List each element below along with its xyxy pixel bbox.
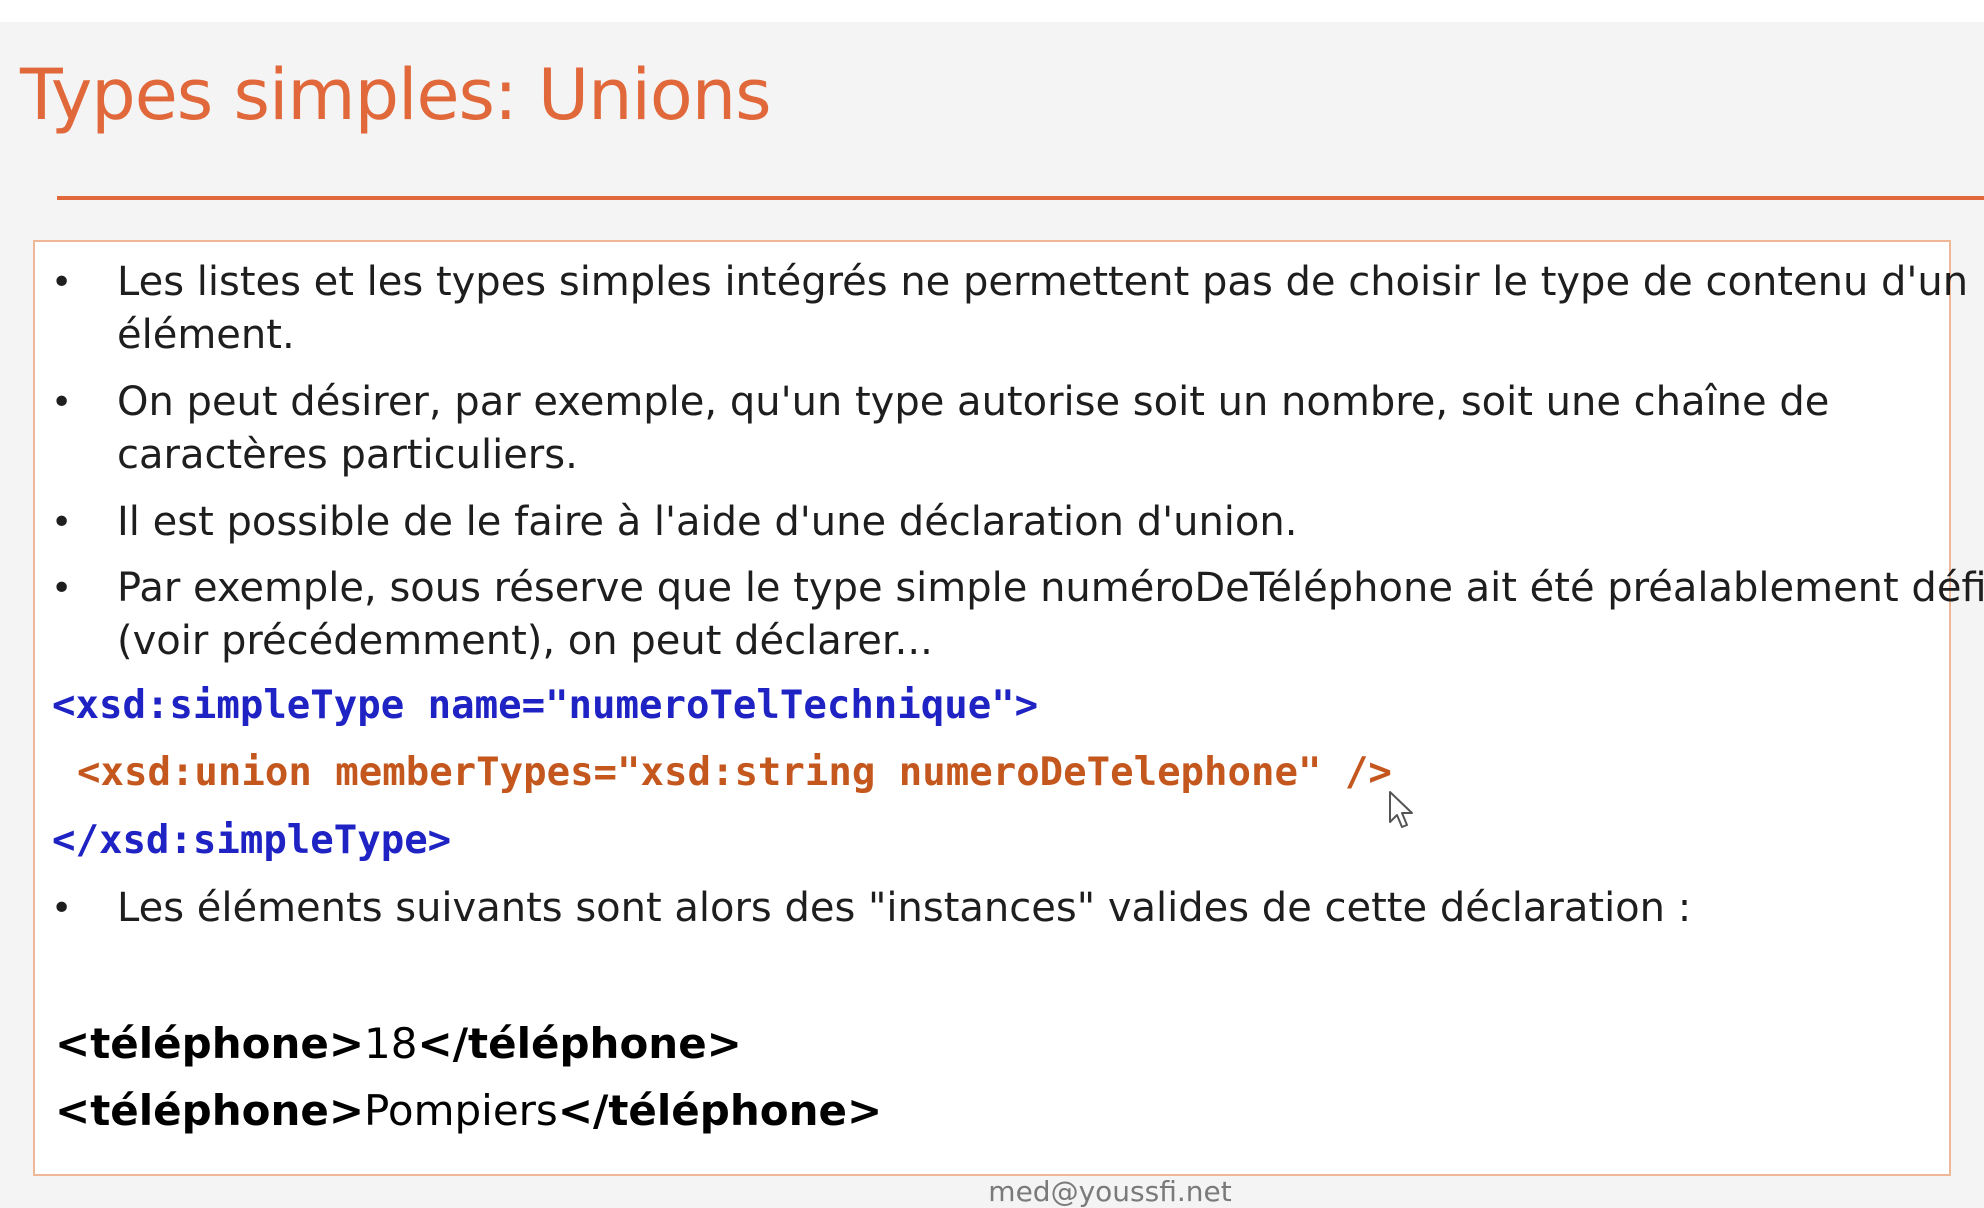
slide-title: Types simples: Unions bbox=[20, 54, 772, 136]
bullet-text-line: Par exemple, sous réserve que le type si… bbox=[117, 565, 1984, 611]
bullet-dot: • bbox=[51, 382, 73, 423]
example-value: 18 bbox=[364, 1019, 418, 1068]
code-simpletype-close: </xsd:simpleType> bbox=[52, 818, 452, 863]
example-close-tag: </téléphone> bbox=[417, 1019, 742, 1068]
example-open-tag: <téléphone> bbox=[55, 1086, 365, 1135]
bullet-text-line: (voir précédemment), on peut déclarer... bbox=[117, 618, 933, 664]
mouse-pointer-icon bbox=[1389, 791, 1413, 828]
bullet-text-line: Les listes et les types simples intégrés… bbox=[117, 259, 1969, 305]
bullet-dot: • bbox=[51, 568, 73, 609]
slide-content-box: • Les listes et les types simples intégr… bbox=[33, 240, 1984, 1176]
code-simpletype-open: <xsd:simpleType name="numeroTelTechnique… bbox=[52, 683, 1039, 728]
footer-email: med@youssfi.net bbox=[988, 1175, 1232, 1208]
example-value: Pompiers bbox=[364, 1086, 558, 1135]
bullet-dot: • bbox=[51, 262, 73, 303]
example-open-tag: <téléphone> bbox=[55, 1019, 365, 1068]
bullet-dot: • bbox=[51, 888, 73, 929]
bullet-text-line: On peut désirer, par exemple, qu'un type… bbox=[117, 379, 1830, 425]
title-divider bbox=[57, 196, 1984, 200]
window-top-strip bbox=[0, 0, 1984, 22]
bullet-text-line: Les éléments suivants sont alors des "in… bbox=[117, 885, 1692, 931]
bullet-dot: • bbox=[51, 502, 73, 543]
bullet-text-line: caractères particuliers. bbox=[117, 432, 578, 478]
bullet-text-line: élément. bbox=[117, 312, 295, 358]
example-telephone-1: <téléphone>18</téléphone> bbox=[55, 1016, 742, 1072]
example-close-tag: </téléphone> bbox=[557, 1086, 883, 1135]
code-union-declaration: <xsd:union memberTypes="xsd:string numer… bbox=[77, 750, 1392, 795]
bullet-text-line: Il est possible de le faire à l'aide d'u… bbox=[117, 499, 1298, 545]
example-telephone-2: <téléphone>Pompiers</téléphone> bbox=[55, 1083, 882, 1139]
